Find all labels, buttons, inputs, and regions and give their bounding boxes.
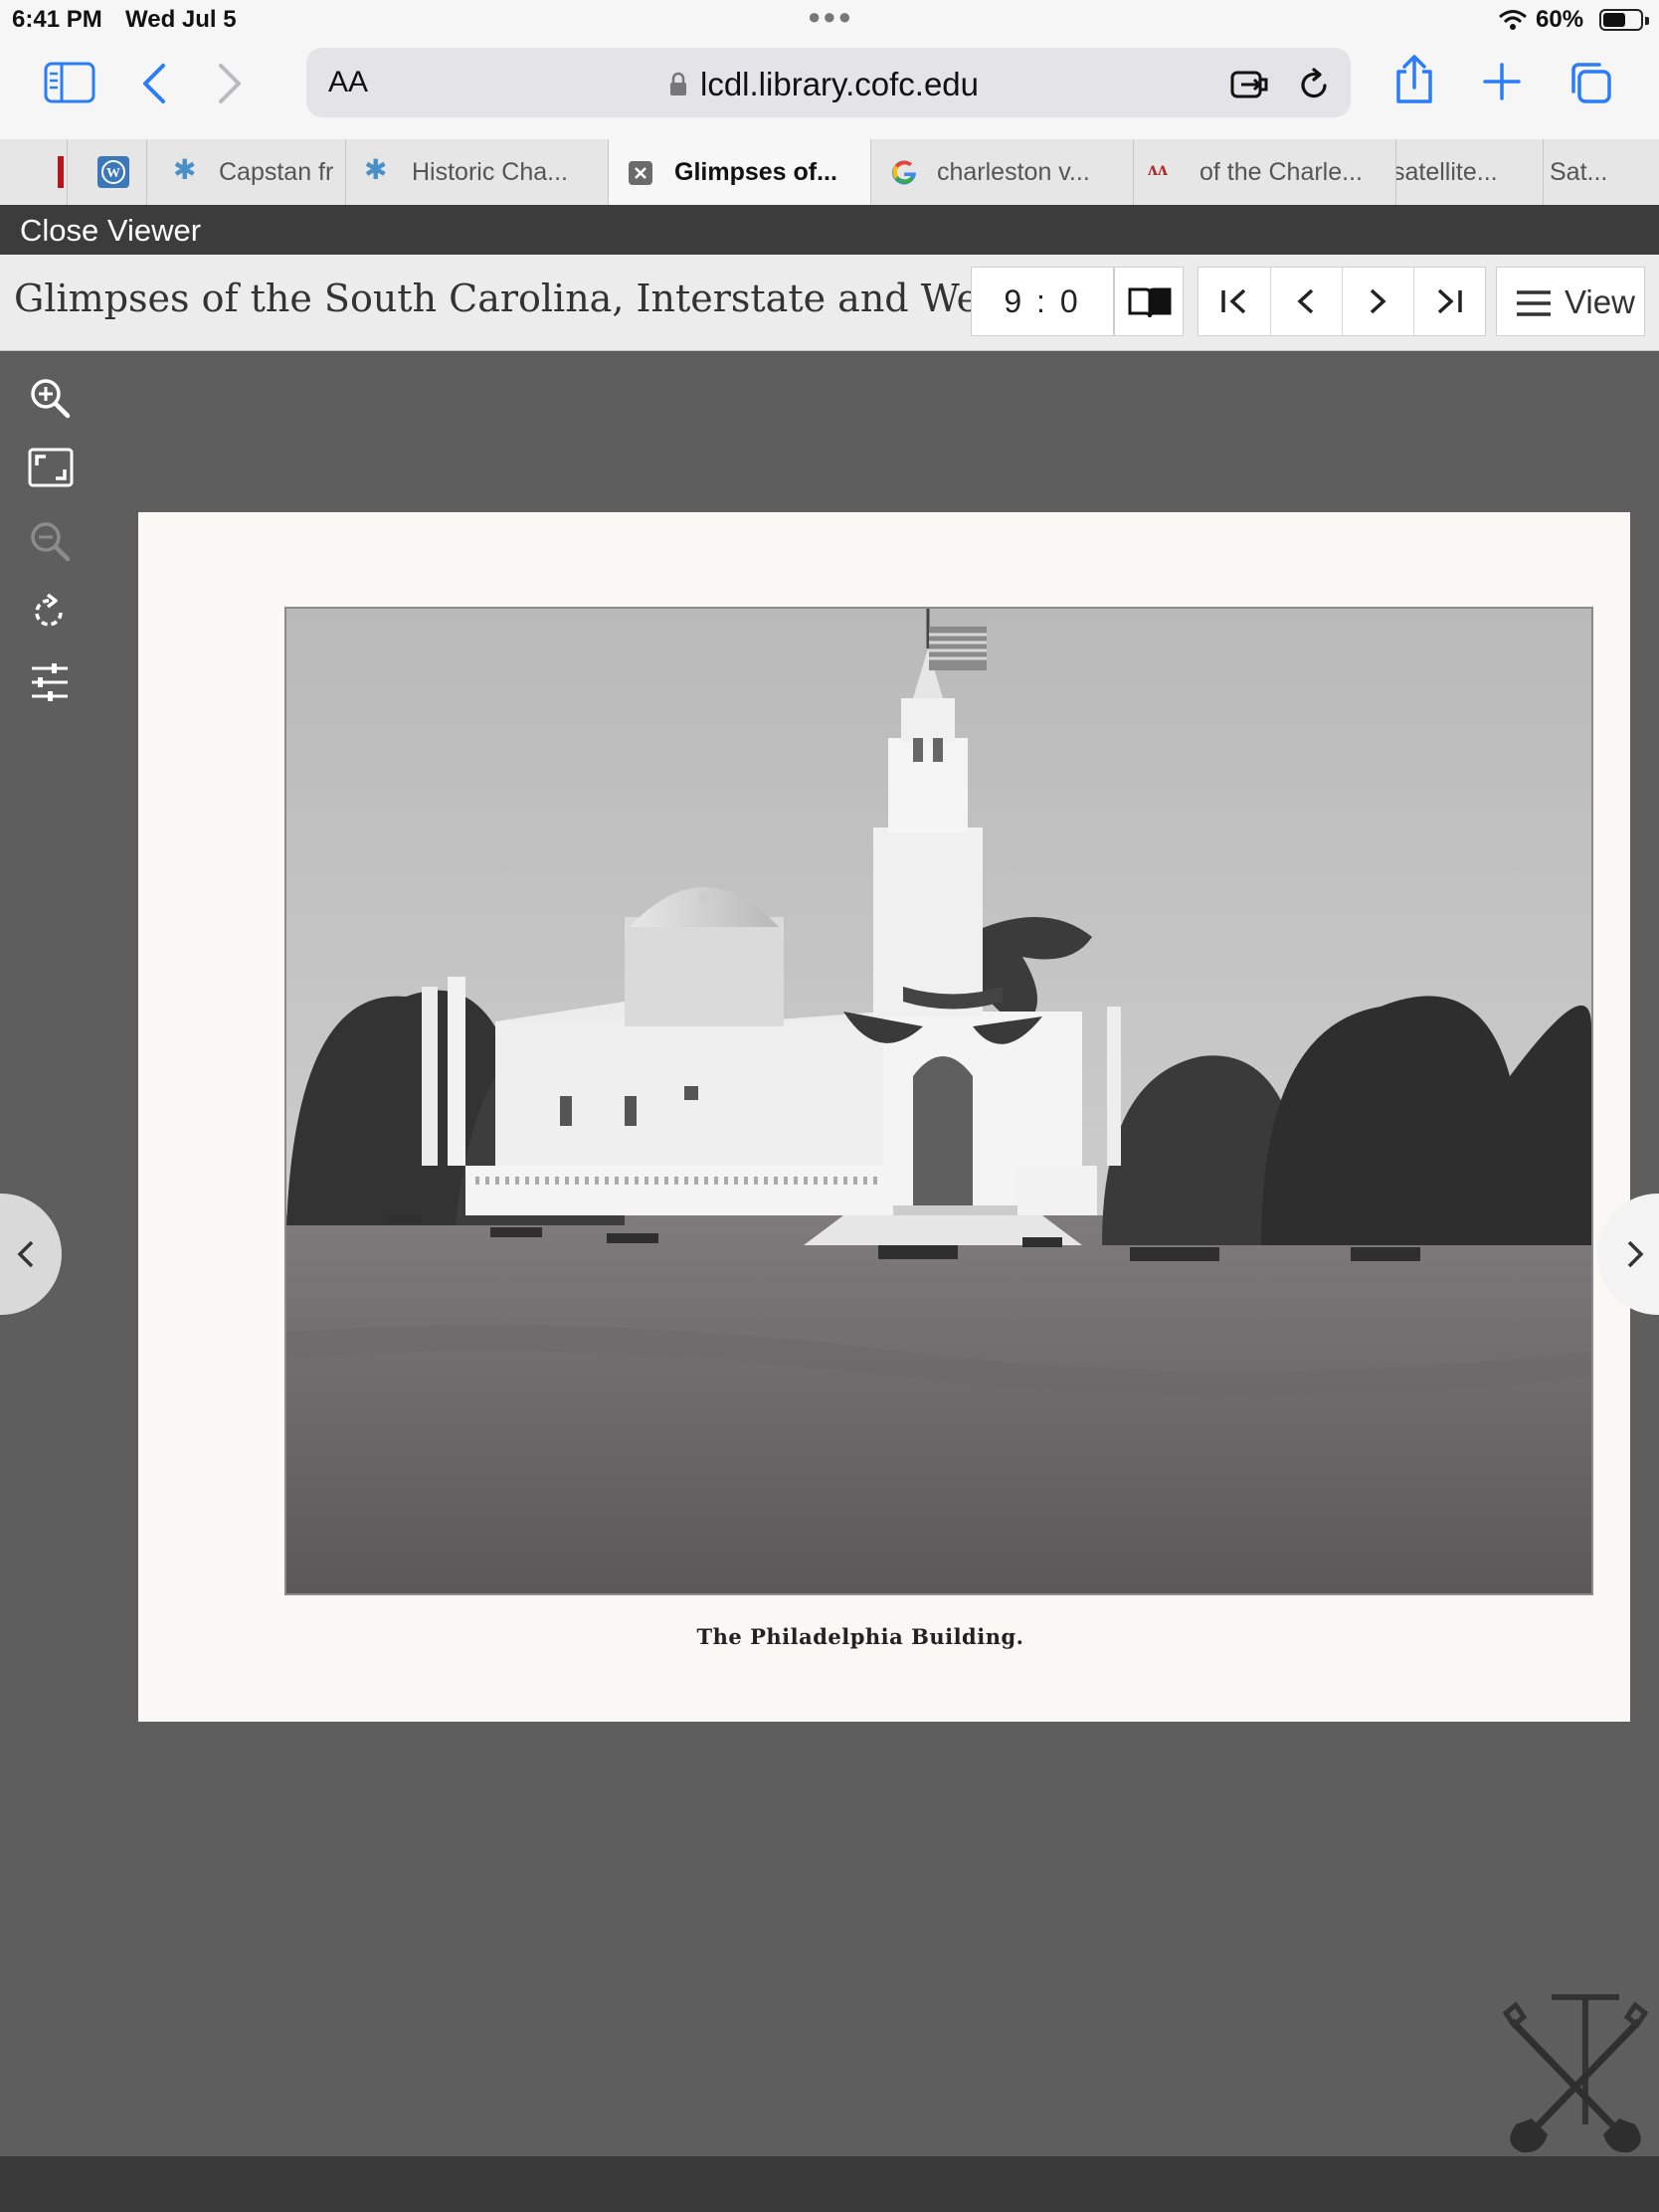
chevron-left-icon	[17, 1240, 34, 1268]
flag-icon	[929, 627, 987, 670]
lock-icon	[670, 72, 686, 95]
battery-icon	[1599, 9, 1649, 31]
chevron-left-icon	[1297, 288, 1314, 314]
extensions-icon[interactable]	[1229, 68, 1271, 101]
book-icon	[1128, 287, 1172, 318]
crossed-shovels-logo-icon	[1502, 1994, 1649, 2153]
close-viewer-button[interactable]: Close Viewer	[20, 213, 201, 249]
tab-historic-charleston[interactable]: ✱ Historic Cha...	[346, 139, 609, 205]
adjust-sliders-icon[interactable]	[28, 660, 72, 704]
document-title: Glimpses of the South Carolina, Intersta…	[14, 276, 1034, 320]
tab-0[interactable]	[16, 139, 68, 205]
reload-icon[interactable]	[1297, 68, 1331, 101]
rotate-icon[interactable]	[28, 591, 72, 635]
status-bar: 6:41 PM Wed Jul 5 ●●● 60%	[0, 0, 1659, 40]
viewer-header: Glimpses of the South Carolina, Intersta…	[0, 255, 1659, 351]
bookmark-favicon-icon	[58, 156, 64, 188]
photo-illustration	[286, 609, 1591, 1593]
last-page-icon	[1437, 288, 1462, 314]
photo-caption: The Philadelphia Building.	[696, 1624, 1024, 1649]
tab-wordpress[interactable]: W	[68, 139, 147, 205]
view-menu-button[interactable]: View	[1496, 267, 1645, 336]
site-favicon-icon: ʌʌ	[1148, 158, 1168, 180]
battery-percent: 60%	[1536, 6, 1584, 33]
first-page-icon	[1221, 288, 1246, 314]
book-view-button[interactable]	[1114, 267, 1184, 336]
historic-photograph	[284, 607, 1593, 1595]
close-tab-icon[interactable]	[629, 161, 652, 185]
tab-bar: W ✱ Capstan fr ✱ Historic Cha... Glimpse…	[0, 139, 1659, 206]
previous-page-arrow[interactable]	[0, 1194, 62, 1315]
hamburger-menu-icon	[1517, 290, 1551, 316]
chevron-right-icon	[1627, 1240, 1644, 1268]
bottom-bar	[0, 2156, 1659, 2212]
new-tab-icon[interactable]	[1482, 62, 1522, 101]
palmetto-favicon-icon: ✱	[173, 154, 197, 185]
text-size-button[interactable]: AA	[328, 66, 368, 99]
zoom-in-icon[interactable]	[28, 376, 72, 420]
first-page-button[interactable]	[1198, 268, 1271, 335]
status-date: Wed Jul 5	[125, 6, 237, 33]
wordpress-favicon-icon: W	[97, 156, 129, 188]
browser-toolbar: AA lcdl.library.cofc.edu	[0, 40, 1659, 139]
tab-sat[interactable]: Sat...	[1544, 139, 1659, 205]
tab-satellite[interactable]: satellite...	[1396, 139, 1544, 205]
share-icon[interactable]	[1392, 54, 1436, 105]
back-icon[interactable]	[139, 62, 167, 105]
tab-charleston-google[interactable]: charleston v...	[871, 139, 1134, 205]
tab-capstan[interactable]: ✱ Capstan fr	[147, 139, 346, 205]
palmetto-favicon-icon: ✱	[364, 154, 388, 185]
fullscreen-icon[interactable]	[28, 448, 74, 487]
tab-overview-icon[interactable]	[1567, 60, 1613, 105]
next-page-button[interactable]	[1342, 268, 1414, 335]
forward-icon[interactable]	[217, 62, 245, 105]
page-navigation	[1198, 267, 1486, 336]
status-time: 6:41 PM	[12, 6, 102, 33]
url-text[interactable]: lcdl.library.cofc.edu	[700, 66, 979, 103]
tab-glimpses[interactable]: Glimpses of...	[609, 139, 871, 205]
last-page-button[interactable]	[1413, 268, 1485, 335]
page-scan[interactable]: The Philadelphia Building.	[138, 512, 1630, 1722]
page-indicator[interactable]: 9 : 0	[971, 267, 1114, 336]
svg-text:W: W	[106, 166, 120, 181]
address-bar[interactable]: AA lcdl.library.cofc.edu	[306, 48, 1351, 117]
sidebar-icon[interactable]	[44, 62, 95, 103]
close-viewer-bar: Close Viewer	[0, 205, 1659, 255]
chevron-right-icon	[1370, 288, 1386, 314]
google-favicon-icon	[892, 160, 916, 185]
zoom-out-icon[interactable]	[28, 519, 72, 563]
previous-page-button[interactable]	[1270, 268, 1343, 335]
tab-of-the-charleston[interactable]: ʌʌ of the Charle...	[1134, 139, 1396, 205]
wifi-icon	[1499, 10, 1527, 30]
battery-fill	[1603, 13, 1625, 27]
multitasking-dots-icon[interactable]: ●●●	[808, 4, 853, 30]
